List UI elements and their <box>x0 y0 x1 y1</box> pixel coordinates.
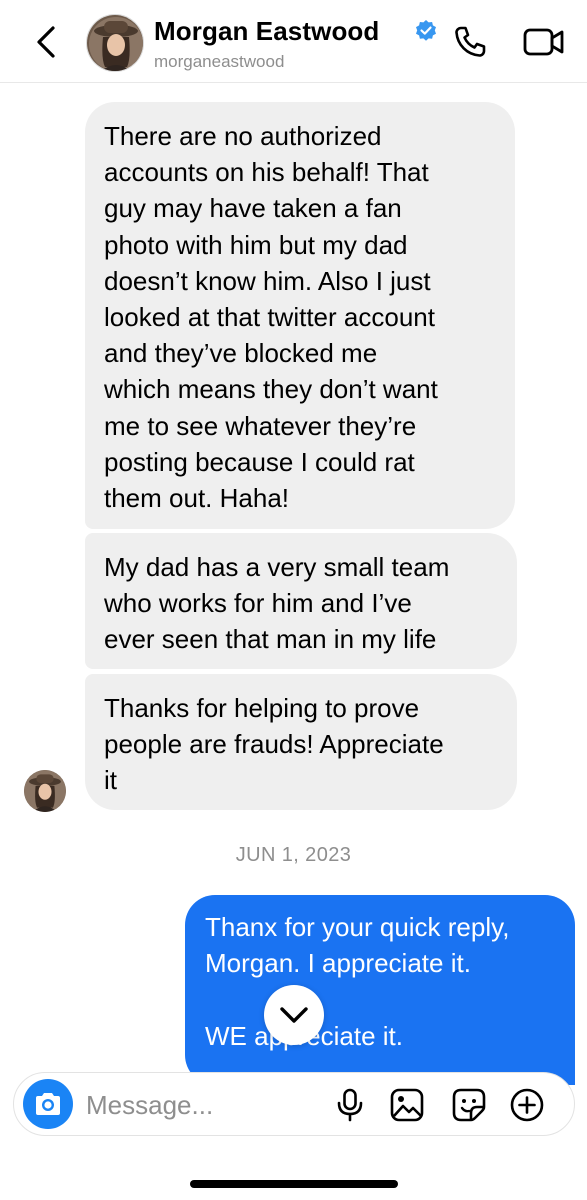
audio-call-button[interactable] <box>452 24 488 60</box>
incoming-message-bubble[interactable]: There are no authorized accounts on his … <box>85 102 515 529</box>
contact-avatar[interactable] <box>86 14 144 72</box>
video-call-button[interactable] <box>522 24 566 60</box>
avatar-photo <box>24 770 66 812</box>
camera-button[interactable] <box>23 1079 73 1129</box>
message-composer <box>13 1072 575 1136</box>
date-separator: JUN 1, 2023 <box>235 844 352 866</box>
chevron-down-icon <box>280 1007 308 1023</box>
contact-name[interactable]: Morgan Eastwood <box>154 16 379 47</box>
more-options-button[interactable] <box>509 1087 545 1123</box>
outgoing-message-bubble[interactable]: Thanx for your quick reply, Morgan. I ap… <box>185 895 575 1085</box>
voice-message-button[interactable] <box>332 1087 368 1123</box>
home-indicator <box>190 1180 398 1188</box>
plus-circle-icon <box>510 1088 544 1122</box>
verified-badge-icon <box>416 20 436 41</box>
back-button[interactable] <box>28 22 64 62</box>
sender-avatar[interactable] <box>24 770 66 812</box>
microphone-icon <box>337 1088 363 1122</box>
contact-username: morganeastwood <box>154 52 285 71</box>
message-input[interactable] <box>84 1083 318 1127</box>
avatar-photo <box>87 15 143 71</box>
chat-header: Morgan Eastwood morganeastwood <box>0 0 587 83</box>
image-icon <box>390 1088 424 1122</box>
chevron-left-icon <box>37 26 55 58</box>
incoming-message-bubble[interactable]: My dad has a very small team who works f… <box>85 533 517 669</box>
incoming-message-bubble[interactable]: Thanks for helping to prove people are f… <box>85 674 517 810</box>
sticker-icon <box>452 1088 486 1122</box>
sticker-button[interactable] <box>451 1087 487 1123</box>
video-camera-icon <box>523 28 564 56</box>
scroll-to-bottom-button[interactable] <box>264 985 324 1045</box>
gallery-button[interactable] <box>389 1087 425 1123</box>
camera-icon <box>36 1093 60 1115</box>
phone-icon <box>455 26 486 57</box>
